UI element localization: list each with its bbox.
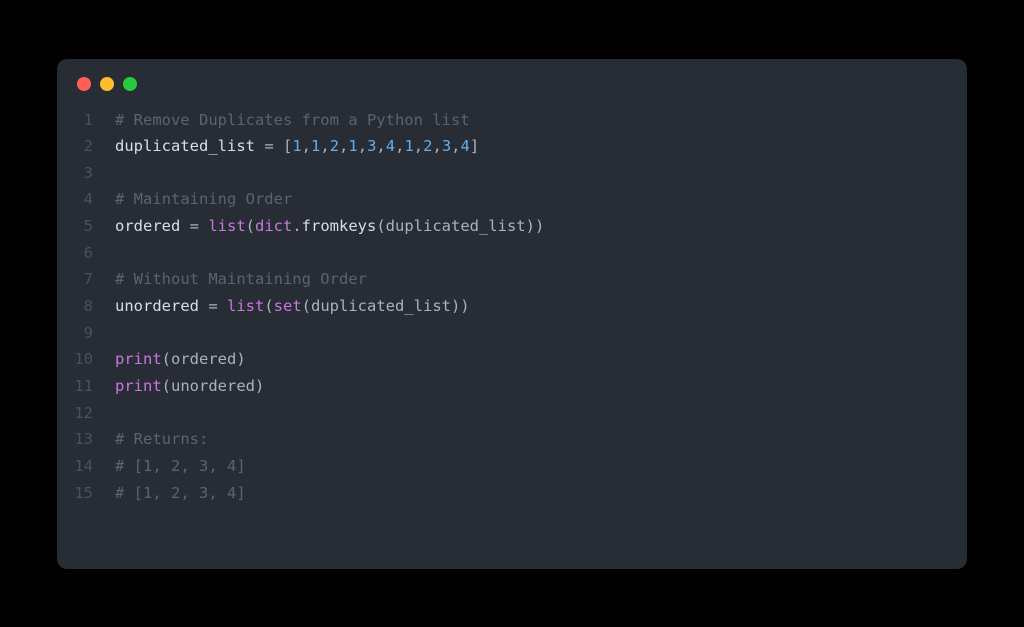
token-punct: ] xyxy=(470,137,479,155)
line-number: 15 xyxy=(57,480,115,507)
code-content xyxy=(115,400,124,427)
token-number: 2 xyxy=(330,137,339,155)
code-line: 15# [1, 2, 3, 4] xyxy=(57,480,967,507)
code-line: 9 xyxy=(57,320,967,347)
line-number: 7 xyxy=(57,266,115,293)
token-builtin: set xyxy=(274,297,302,315)
line-number: 2 xyxy=(57,133,115,160)
code-content xyxy=(115,160,124,187)
token-comment: # Remove Duplicates from a Python list xyxy=(115,111,470,129)
token-punct: (duplicated_list)) xyxy=(376,217,544,235)
line-number: 9 xyxy=(57,320,115,347)
token-punct: , xyxy=(432,137,441,155)
token-punct: , xyxy=(339,137,348,155)
line-number: 4 xyxy=(57,186,115,213)
token-comment: # [1, 2, 3, 4] xyxy=(115,457,246,475)
code-content: # Without Maintaining Order xyxy=(115,266,367,293)
token-punct: , xyxy=(302,137,311,155)
code-content: ordered = list(dict.fromkeys(duplicated_… xyxy=(115,213,544,240)
code-line: 12 xyxy=(57,400,967,427)
code-content: # Maintaining Order xyxy=(115,186,292,213)
token-punct: ( xyxy=(246,217,255,235)
code-content: # [1, 2, 3, 4] xyxy=(115,453,246,480)
token-punct: , xyxy=(320,137,329,155)
line-number: 1 xyxy=(57,107,115,134)
token-ident: fromkeys xyxy=(302,217,377,235)
code-line: 3 xyxy=(57,160,967,187)
code-line: 10print(ordered) xyxy=(57,346,967,373)
code-content: print(unordered) xyxy=(115,373,264,400)
code-content: # Returns: xyxy=(115,426,208,453)
code-content: print(ordered) xyxy=(115,346,246,373)
code-content: unordered = list(set(duplicated_list)) xyxy=(115,293,470,320)
code-content: duplicated_list = [1,1,2,1,3,4,1,2,3,4] xyxy=(115,133,479,160)
line-number: 6 xyxy=(57,240,115,267)
code-line: 4# Maintaining Order xyxy=(57,186,967,213)
code-line: 5ordered = list(dict.fromkeys(duplicated… xyxy=(57,213,967,240)
code-line: 6 xyxy=(57,240,967,267)
token-number: 1 xyxy=(404,137,413,155)
token-punct: = xyxy=(180,217,208,235)
line-number: 10 xyxy=(57,346,115,373)
code-line: 11print(unordered) xyxy=(57,373,967,400)
code-line: 8unordered = list(set(duplicated_list)) xyxy=(57,293,967,320)
code-content xyxy=(115,320,124,347)
token-comment: # [1, 2, 3, 4] xyxy=(115,484,246,502)
line-number: 13 xyxy=(57,426,115,453)
token-punct: . xyxy=(292,217,301,235)
token-builtin: list xyxy=(208,217,245,235)
token-punct: (unordered) xyxy=(162,377,265,395)
token-builtin: print xyxy=(115,350,162,368)
token-number: 4 xyxy=(386,137,395,155)
token-ident: unordered xyxy=(115,297,199,315)
line-number: 8 xyxy=(57,293,115,320)
token-ident: ordered xyxy=(115,217,180,235)
line-number: 5 xyxy=(57,213,115,240)
code-content: # Remove Duplicates from a Python list xyxy=(115,107,470,134)
code-window: 1# Remove Duplicates from a Python list2… xyxy=(57,59,967,569)
token-ident: duplicated_list xyxy=(115,137,255,155)
code-line: 1# Remove Duplicates from a Python list xyxy=(57,107,967,134)
token-punct: , xyxy=(451,137,460,155)
token-number: 3 xyxy=(442,137,451,155)
token-punct: , xyxy=(414,137,423,155)
token-comment: # Without Maintaining Order xyxy=(115,270,367,288)
token-comment: # Returns: xyxy=(115,430,208,448)
close-icon[interactable] xyxy=(77,77,91,91)
window-titlebar xyxy=(57,59,967,101)
code-line: 13# Returns: xyxy=(57,426,967,453)
token-number: 3 xyxy=(367,137,376,155)
line-number: 12 xyxy=(57,400,115,427)
token-punct: (duplicated_list)) xyxy=(302,297,470,315)
token-number: 4 xyxy=(461,137,470,155)
line-number: 3 xyxy=(57,160,115,187)
maximize-icon[interactable] xyxy=(123,77,137,91)
token-number: 1 xyxy=(348,137,357,155)
token-builtin: list xyxy=(227,297,264,315)
token-punct: , xyxy=(376,137,385,155)
code-editor[interactable]: 1# Remove Duplicates from a Python list2… xyxy=(57,101,967,527)
code-content xyxy=(115,240,124,267)
token-builtin: print xyxy=(115,377,162,395)
token-number: 1 xyxy=(311,137,320,155)
line-number: 11 xyxy=(57,373,115,400)
token-comment: # Maintaining Order xyxy=(115,190,292,208)
code-content: # [1, 2, 3, 4] xyxy=(115,480,246,507)
code-line: 7# Without Maintaining Order xyxy=(57,266,967,293)
line-number: 14 xyxy=(57,453,115,480)
token-punct: = [ xyxy=(255,137,292,155)
token-builtin: dict xyxy=(255,217,292,235)
minimize-icon[interactable] xyxy=(100,77,114,91)
code-line: 2duplicated_list = [1,1,2,1,3,4,1,2,3,4] xyxy=(57,133,967,160)
code-line: 14# [1, 2, 3, 4] xyxy=(57,453,967,480)
token-punct: = xyxy=(199,297,227,315)
token-punct: ( xyxy=(264,297,273,315)
token-number: 1 xyxy=(292,137,301,155)
token-punct: (ordered) xyxy=(162,350,246,368)
token-punct: , xyxy=(358,137,367,155)
